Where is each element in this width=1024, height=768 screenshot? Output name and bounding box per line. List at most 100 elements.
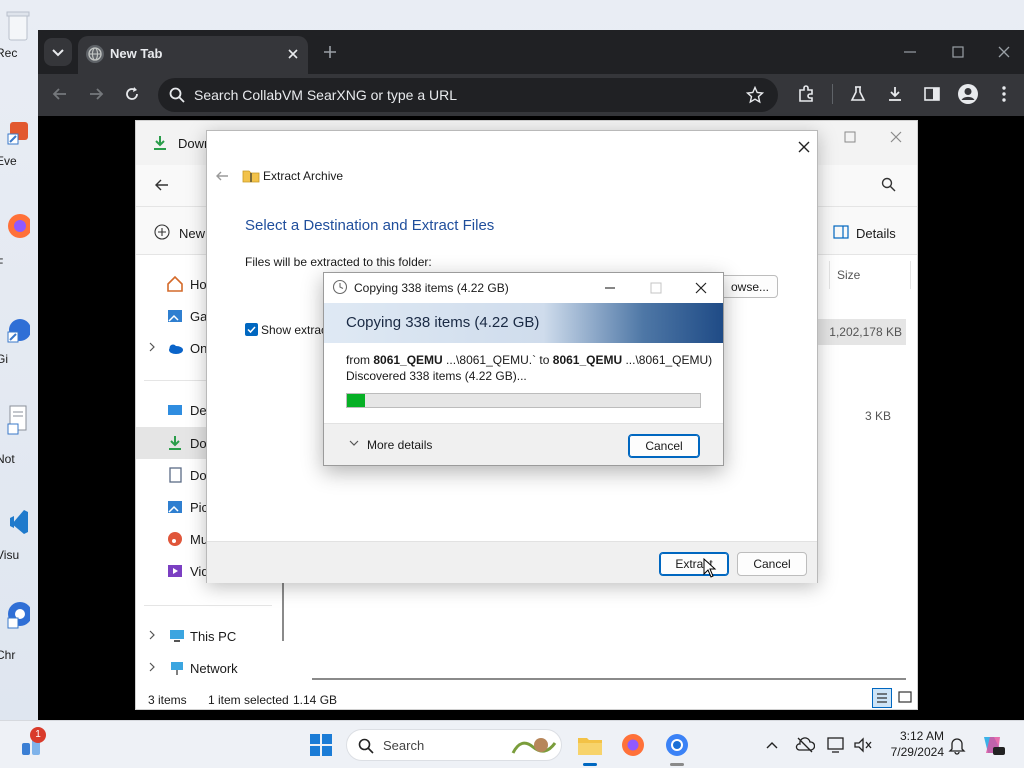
maximize-icon [646,278,666,298]
clock-icon [332,279,348,295]
wizard-title: Extract Archive [263,169,344,183]
shortcut-app-icon [6,316,30,348]
status-items: 3 items [148,693,187,707]
desktop-icon-vscode[interactable]: Visu [0,508,36,578]
clock-date[interactable]: 7/29/2024 [874,745,944,759]
details-button[interactable]: Details [856,226,896,241]
tab-new-tab[interactable]: New Tab [78,36,308,74]
show-files-checkbox[interactable] [245,323,258,336]
search-icon[interactable] [880,176,898,194]
taskbar: 1 Search 3:12 AM 7/29/2024 [0,720,1024,768]
nav-scrollbar[interactable] [282,576,284,641]
copilot-icon[interactable] [980,733,1006,757]
downloads-icon [152,135,168,151]
status-size: 1.14 GB [293,693,338,707]
profile-icon[interactable] [957,83,979,105]
cancel-button[interactable]: Cancel [737,552,807,576]
labs-icon[interactable] [848,84,868,104]
desktop-icon-shortcut[interactable]: Eve [0,118,36,188]
close-window-icon[interactable] [886,127,906,147]
taskbar-search-box[interactable]: Search [346,729,562,761]
desktop-icon-label: F [0,256,36,270]
omnibox[interactable]: Search CollabVM SearXNG or type a URL [158,78,778,112]
extract-button[interactable]: Extract [659,552,729,576]
close-icon[interactable] [794,137,814,157]
back-icon[interactable] [152,175,172,195]
running-indicator [670,763,684,766]
firefox-icon[interactable] [619,731,647,759]
close-icon[interactable] [284,45,302,63]
toolbar-divider [832,84,833,104]
maximize-icon[interactable] [840,127,860,147]
desktop-icon-recycle-bin[interactable]: Rec [0,10,36,80]
browse-button-label: owse... [730,280,769,294]
search-highlight-icon [511,733,557,759]
column-divider [910,261,911,289]
divider [144,605,272,606]
column-header-size[interactable]: Size [837,268,860,282]
search-icon [357,737,375,755]
more-details-toggle[interactable]: More details [367,438,432,452]
chrome-icon[interactable] [663,731,691,759]
chevron-right-icon[interactable] [146,341,158,353]
horizontal-scrollbar[interactable] [312,678,906,680]
maximize-icon[interactable] [948,42,968,62]
zip-folder-icon [242,167,260,185]
star-icon[interactable] [746,86,764,104]
chevron-up-icon[interactable] [764,737,780,753]
cloud-offline-icon[interactable] [795,736,815,754]
folder-label: Files will be extracted to this folder: [245,255,432,269]
close-window-icon[interactable] [994,42,1014,62]
new-tab-icon[interactable] [320,42,340,62]
tiles-view-icon[interactable] [895,688,915,708]
desktop-icon-notepad[interactable]: Not [0,404,36,474]
download-icon[interactable] [885,84,905,104]
reload-icon[interactable] [122,84,142,104]
copy-window-title: Copying 338 items (4.22 GB) [354,281,509,295]
notification-bell-icon[interactable] [948,735,966,755]
to-name-link[interactable]: 8061_QEMU [553,353,622,367]
display-icon[interactable] [826,736,846,754]
onedrive-icon [166,339,184,357]
nav-item-this-pc[interactable]: This PC [190,629,236,644]
explorer-title: Dowr [178,136,206,151]
back-icon[interactable] [213,167,231,185]
file-size: 3 KB [864,409,891,423]
minimize-icon[interactable] [600,278,620,298]
gallery-icon [166,307,184,325]
back-icon[interactable] [50,84,70,104]
volume-muted-icon[interactable] [853,736,873,754]
chevron-right-icon[interactable] [146,629,158,641]
nav-item-home[interactable]: Ho [190,277,207,292]
vscode-icon [6,508,30,540]
chevron-down-icon[interactable] [348,437,360,449]
column-divider [829,261,830,289]
desktop-icon-label: Chr [0,648,16,662]
firefox-icon [6,212,30,244]
nav-item-onedrive[interactable]: On [190,341,207,356]
shortcut-app-icon [6,118,30,150]
desktop-icon-label: Not [0,452,15,466]
forward-icon[interactable] [86,84,106,104]
side-panel-icon[interactable] [922,84,942,104]
chevron-right-icon[interactable] [146,661,158,673]
file-explorer-taskbar-icon[interactable] [576,731,604,759]
cancel-button-label: Cancel [753,557,791,571]
copy-cancel-button[interactable]: Cancel [628,434,700,458]
new-button[interactable]: New [179,226,205,241]
tab-search-icon[interactable] [44,38,72,66]
details-view-icon[interactable] [872,688,892,708]
active-indicator [583,763,597,766]
desktop-icon-firefox[interactable]: F [0,212,36,282]
menu-icon[interactable] [994,84,1014,104]
minimize-icon[interactable] [900,42,920,62]
nav-item-network[interactable]: Network [190,661,238,676]
extensions-icon[interactable] [796,84,816,104]
wizard-heading: Select a Destination and Extract Files [245,217,495,234]
close-icon[interactable] [691,278,711,298]
clock-time[interactable]: 3:12 AM [884,729,944,743]
desktop-icon-shortcut-2[interactable]: Gi [0,316,36,386]
windows-start-icon[interactable] [309,733,333,757]
from-name-link[interactable]: 8061_QEMU [373,353,442,367]
desktop-icon-chrome[interactable]: Chr [0,600,36,670]
